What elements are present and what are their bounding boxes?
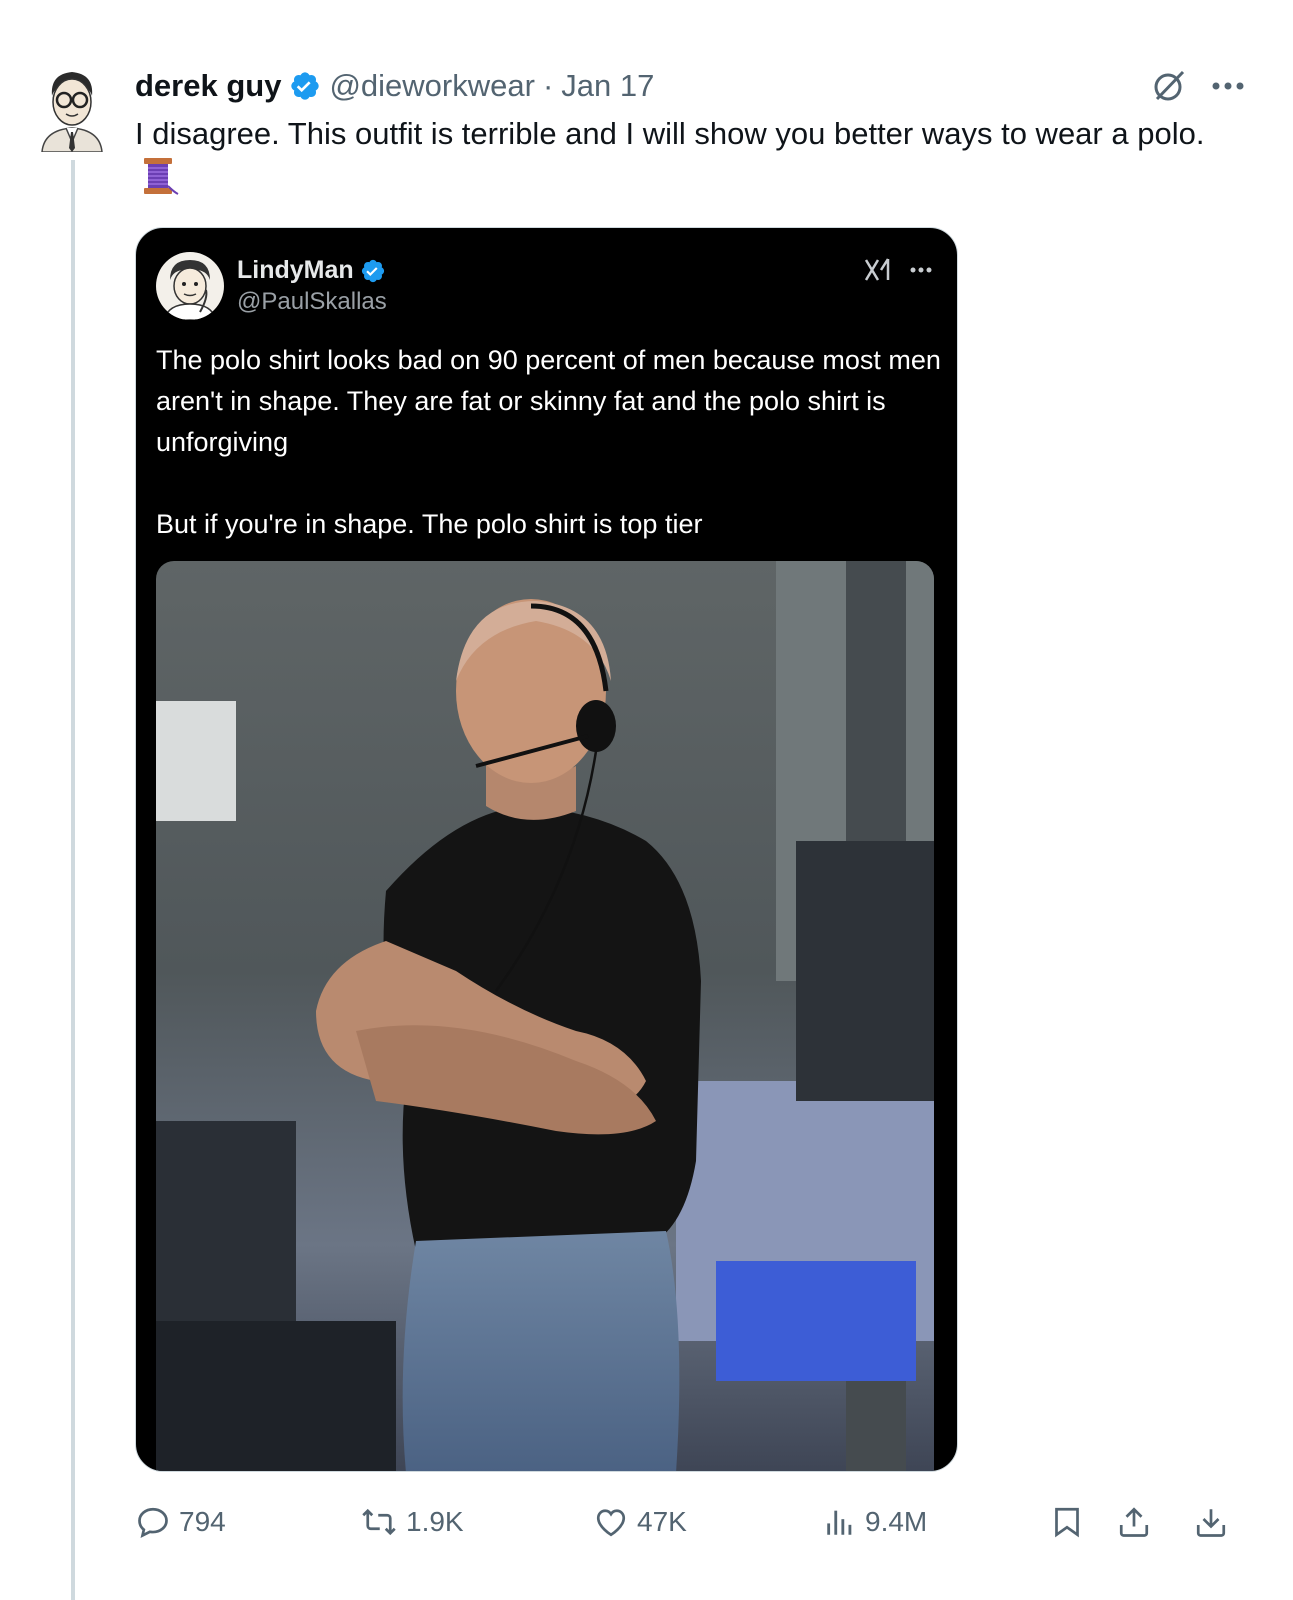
verified-badge-icon (360, 258, 386, 284)
repost-count: 1.9K (406, 1506, 464, 1537)
author-avatar[interactable] (38, 66, 106, 153)
author-name[interactable]: derek guy (135, 68, 281, 104)
tweet-action-bar: 794 1.9K 47K 9.4M (135, 1500, 1245, 1544)
spool-of-thread-icon (141, 156, 179, 208)
like-button[interactable]: 47K (593, 1500, 687, 1544)
share-icon (1116, 1503, 1152, 1541)
reply-button[interactable]: 794 (135, 1500, 226, 1544)
quoted-header-actions (863, 256, 933, 284)
views-button[interactable]: 9.4M (823, 1500, 927, 1544)
author-handle[interactable]: @dieworkwear (329, 68, 534, 104)
tweet-header-actions (1149, 66, 1245, 106)
tweet-date[interactable]: Jan 17 (561, 68, 654, 104)
bookmark-button[interactable] (1049, 1500, 1085, 1544)
x-ai-icon[interactable] (863, 256, 891, 284)
tweet-text: I disagree. This outfit is terrible and … (135, 112, 1245, 208)
repost-icon (360, 1504, 398, 1540)
quoted-author-name[interactable]: LindyMan (237, 256, 354, 285)
tweet-body: I disagree. This outfit is terrible and … (135, 116, 1205, 151)
grok-icon[interactable] (1149, 66, 1189, 106)
more-icon[interactable] (1211, 81, 1245, 91)
reply-icon (135, 1504, 171, 1540)
verified-badge-icon (289, 70, 321, 102)
reply-count: 794 (179, 1506, 226, 1537)
share-button[interactable] (1116, 1500, 1152, 1544)
thread-line (71, 160, 75, 1600)
tweet-header: derek guy @dieworkwear · Jan 17 (135, 66, 654, 106)
views-count: 9.4M (865, 1506, 928, 1537)
views-icon (823, 1505, 857, 1539)
download-icon (1193, 1503, 1229, 1541)
quoted-author-handle[interactable]: @PaulSkallas (237, 288, 387, 316)
repost-button[interactable]: 1.9K (360, 1500, 464, 1544)
separator: · (542, 68, 554, 103)
quoted-author-name-row: LindyMan (237, 256, 386, 285)
quoted-author-avatar[interactable] (156, 252, 224, 320)
like-count: 47K (637, 1506, 687, 1537)
quoted-post-card[interactable]: LindyMan @PaulSkallas The polo shirt loo… (135, 227, 958, 1472)
quoted-post-text: The polo shirt looks bad on 90 percent o… (156, 345, 941, 539)
download-button[interactable] (1193, 1500, 1229, 1544)
like-icon (593, 1504, 629, 1540)
more-icon[interactable] (909, 266, 933, 274)
bookmark-icon (1049, 1503, 1085, 1541)
quoted-post-photo[interactable] (156, 561, 934, 1471)
